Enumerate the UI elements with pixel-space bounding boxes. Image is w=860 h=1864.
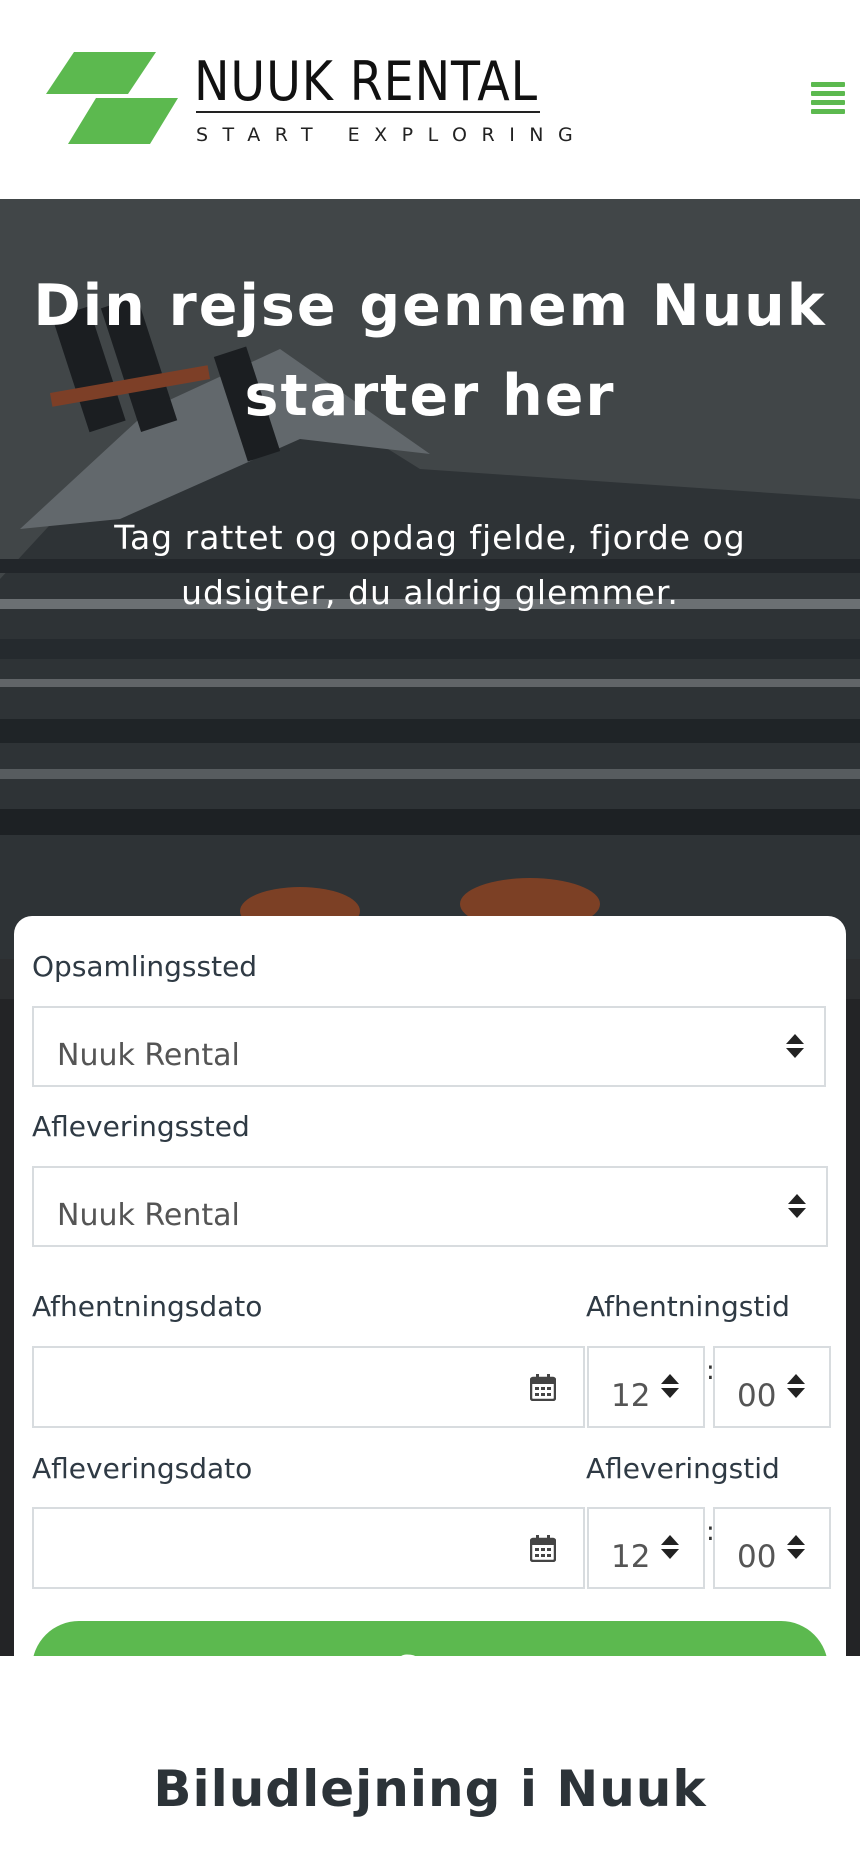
site-header: NUUK RENTAL START EXPLORING <box>0 0 860 199</box>
dropoff-location-value: Nuuk Rental <box>57 1198 240 1233</box>
logo-title: NUUK RENTAL <box>194 50 538 113</box>
sort-arrows-icon <box>788 1194 806 1220</box>
pickup-minute-value: 00 <box>737 1378 777 1414</box>
hamburger-menu-icon[interactable] <box>807 80 847 120</box>
search-button[interactable]: Søg <box>32 1621 828 1656</box>
logo-mark-icon <box>46 52 178 144</box>
dropoff-hour-select[interactable]: 12 <box>587 1507 705 1589</box>
dropoff-time-label: Afleveringstid <box>586 1452 780 1485</box>
logo[interactable]: NUUK RENTAL START EXPLORING <box>44 48 573 153</box>
booking-form: Opsamlingssted Nuuk Rental Afleveringsst… <box>14 916 846 1656</box>
dropoff-minute-select[interactable]: 00 <box>713 1507 831 1589</box>
dropoff-minute-value: 00 <box>737 1539 777 1575</box>
hero-title: Din rejse gennem Nuuk starter her <box>33 273 827 429</box>
pickup-hour-value: 12 <box>611 1378 651 1414</box>
logo-divider <box>196 111 540 113</box>
sort-arrows-icon <box>787 1374 805 1400</box>
pickup-location-label: Opsamlingssted <box>32 950 258 983</box>
logo-tagline: START EXPLORING <box>196 124 588 146</box>
section-title: Biludlejning i Nuuk <box>153 1760 707 1818</box>
pickup-location-select[interactable]: Nuuk Rental <box>32 1006 826 1087</box>
dropoff-hour-value: 12 <box>611 1539 651 1575</box>
dropoff-location-label: Afleveringssted <box>32 1110 250 1143</box>
hero-subtitle: Tag rattet og opdag fjelde, fjorde og ud… <box>114 518 746 612</box>
pickup-date-label: Afhentningsdato <box>32 1290 263 1323</box>
sort-arrows-icon <box>661 1374 679 1400</box>
dropoff-date-label: Afleveringsdato <box>32 1452 253 1485</box>
sort-arrows-icon <box>786 1034 804 1060</box>
calendar-icon <box>530 1374 556 1401</box>
pickup-minute-select[interactable]: 00 <box>713 1346 831 1428</box>
pickup-time-label: Afhentningstid <box>586 1290 790 1323</box>
hero-section: Din rejse gennem Nuuk starter her Tag ra… <box>0 199 860 1656</box>
sort-arrows-icon <box>787 1535 805 1561</box>
calendar-icon <box>530 1535 556 1562</box>
sort-arrows-icon <box>661 1535 679 1561</box>
pickup-location-value: Nuuk Rental <box>57 1038 240 1073</box>
dropoff-location-select[interactable]: Nuuk Rental <box>32 1166 828 1247</box>
pickup-date-input[interactable] <box>32 1346 585 1428</box>
dropoff-date-input[interactable] <box>32 1507 585 1589</box>
pickup-hour-select[interactable]: 12 <box>587 1346 705 1428</box>
